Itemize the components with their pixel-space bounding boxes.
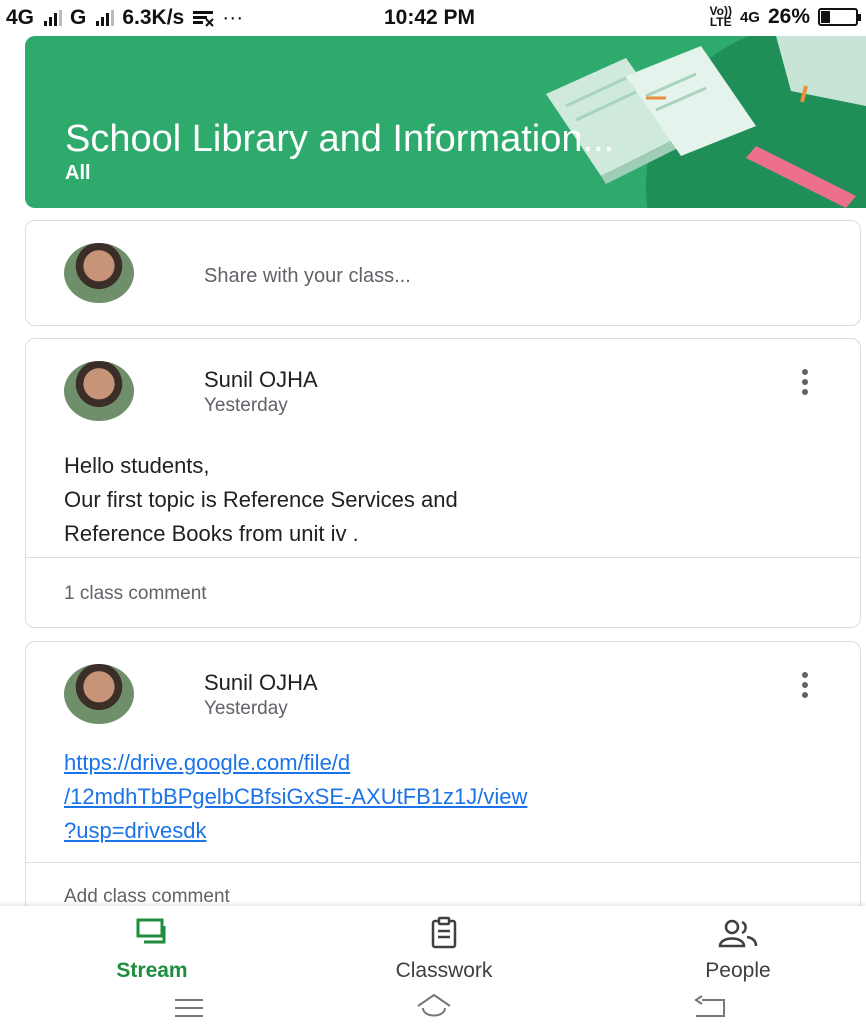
author-avatar — [64, 361, 134, 421]
link-line[interactable]: ?usp=drivesdk — [64, 814, 844, 848]
announcement-card[interactable]: Sunil OJHA Yesterday https://drive.googl… — [25, 641, 861, 941]
data-speed: 6.3K/s — [122, 6, 185, 29]
divider — [26, 557, 860, 558]
back-icon[interactable] — [690, 992, 730, 1022]
battery-icon — [818, 8, 861, 26]
more-vert-icon[interactable] — [800, 672, 810, 698]
system-navigation-bar — [0, 986, 866, 1029]
network-label-2: G — [70, 6, 87, 29]
class-comments-link[interactable]: 1 class comment — [64, 583, 207, 605]
home-icon[interactable] — [414, 992, 454, 1024]
author-name: Sunil OJHA — [204, 367, 318, 392]
tab-stream[interactable]: Stream — [42, 916, 262, 983]
tab-label: Stream — [116, 959, 188, 982]
post-line: Our first topic is Reference Services an… — [64, 487, 458, 512]
post-body: Hello students, Our first topic is Refer… — [64, 449, 824, 551]
people-icon — [718, 919, 758, 948]
author-avatar — [64, 664, 134, 724]
tab-label: Classwork — [395, 959, 493, 982]
clock: 10:42 PM — [384, 6, 476, 29]
topic-filter[interactable]: All — [65, 162, 91, 185]
class-title: School Library and Information... — [65, 118, 615, 160]
stream-icon — [136, 918, 166, 944]
bottom-navigation: Stream Classwork People — [0, 906, 866, 986]
battery-percent: 26% — [767, 5, 810, 28]
data-saver-icon — [193, 11, 214, 27]
tab-label: People — [705, 959, 771, 982]
link-line[interactable]: https://drive.google.com/file/d — [64, 746, 844, 780]
share-input[interactable]: Share with your class... — [204, 265, 411, 288]
more-indicator: ··· — [222, 6, 244, 29]
post-line: Reference Books from unit iv . — [64, 521, 359, 546]
post-time: Yesterday — [204, 395, 288, 416]
signal-icon — [96, 10, 115, 26]
share-with-class-card[interactable]: Share with your class... — [25, 220, 861, 326]
status-bar: 4G G 6.3K/s ··· 10:42 PM Vo)) LTE 4G 26% — [0, 0, 866, 36]
menu-icon[interactable] — [172, 992, 206, 1022]
post-time: Yesterday — [204, 698, 288, 719]
add-class-comment[interactable]: Add class comment — [64, 886, 230, 908]
avatar — [64, 243, 134, 303]
clipboard-icon — [431, 916, 457, 949]
network-label-3: 4G — [739, 8, 760, 26]
post-line: Hello students, — [64, 453, 210, 478]
divider — [26, 862, 860, 863]
link-line[interactable]: /12mdhTbBPgelbCBfsiGxSE-AXUtFB1z1J/view — [64, 780, 844, 814]
signal-icon — [44, 10, 63, 26]
network-label-1: 4G — [6, 6, 35, 29]
drive-link[interactable]: https://drive.google.com/file/d /12mdhTb… — [64, 746, 844, 848]
class-banner[interactable]: School Library and Information... All — [25, 36, 866, 208]
more-vert-icon[interactable] — [800, 369, 810, 395]
announcement-card[interactable]: Sunil OJHA Yesterday Hello students, Our… — [25, 338, 861, 628]
tab-classwork[interactable]: Classwork — [334, 916, 554, 983]
author-name: Sunil OJHA — [204, 670, 318, 695]
tab-people[interactable]: People — [628, 916, 848, 983]
volte-indicator: Vo)) LTE — [709, 4, 732, 29]
